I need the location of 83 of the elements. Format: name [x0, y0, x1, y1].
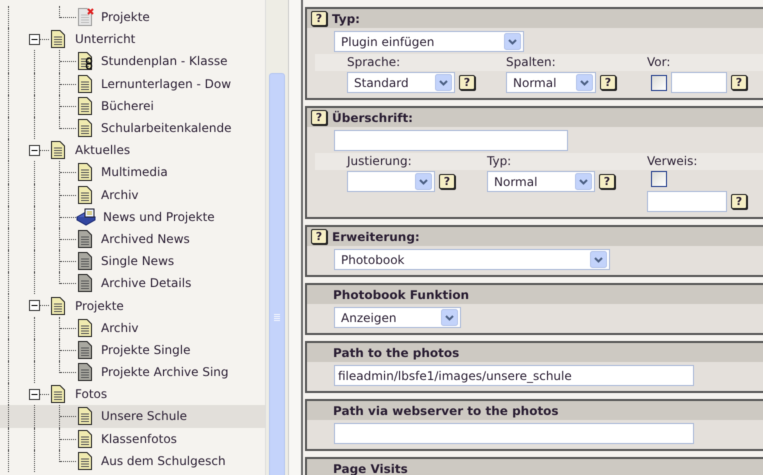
field-label: Vor:	[647, 55, 670, 69]
text-field[interactable]	[334, 423, 694, 444]
help-icon[interactable]: ?	[599, 174, 615, 189]
dropdown[interactable]: Standard	[347, 72, 455, 93]
section-title: Path to the photos	[333, 346, 460, 360]
field-label: Verweis:	[647, 154, 698, 168]
field-label: Sprache:	[347, 55, 400, 69]
page-icon	[76, 74, 94, 93]
dropdown[interactable]: Plugin einfügen	[334, 31, 524, 52]
panel-splitter[interactable]	[288, 0, 303, 475]
page-icon	[76, 163, 94, 182]
page-icon	[49, 385, 67, 404]
tree-item[interactable]: Archived News	[0, 228, 265, 250]
tree-item[interactable]: Stundenplan - Klasse	[0, 50, 265, 73]
page-icon	[49, 141, 67, 160]
page-icon	[76, 407, 94, 426]
page-icon	[76, 252, 94, 270]
field-label: Typ:	[487, 154, 512, 168]
text-field[interactable]	[334, 130, 568, 151]
collapse-icon[interactable]	[29, 388, 40, 400]
help-icon[interactable]: ?	[731, 194, 747, 209]
page-icon	[49, 296, 67, 315]
tree-item[interactable]: Archiv	[0, 184, 265, 206]
page-icon	[76, 96, 94, 115]
plugin-icon	[76, 208, 96, 226]
field-label: Spalten:	[506, 55, 556, 69]
page-icon	[49, 30, 67, 48]
tree-item[interactable]: Aus dem Schulgesch	[0, 450, 265, 472]
deleted-page-icon	[76, 8, 94, 26]
tree-item[interactable]: Projekte	[0, 294, 265, 317]
dropdown[interactable]: Photobook	[334, 249, 610, 270]
page-icon	[76, 230, 94, 248]
tree-item[interactable]: Projekte	[0, 6, 265, 28]
page-icon	[76, 186, 94, 204]
tree-item[interactable]: News und Projekte	[0, 206, 265, 228]
page-icon	[76, 452, 94, 470]
page-icon	[76, 363, 94, 382]
collapse-icon[interactable]	[29, 300, 40, 312]
help-icon[interactable]: ?	[459, 75, 475, 90]
collapse-icon[interactable]	[29, 34, 40, 45]
linked-page-icon	[76, 52, 94, 70]
collapse-icon[interactable]	[29, 144, 40, 156]
section-title: Überschrift:	[332, 110, 413, 124]
help-icon[interactable]: ?	[311, 11, 327, 26]
scrollbar[interactable]	[265, 0, 288, 475]
field-label: Justierung:	[347, 154, 412, 168]
page-icon	[76, 119, 94, 138]
tree-item[interactable]: Schularbeitenkalende	[0, 116, 265, 140]
tree-item[interactable]: Lernunterlagen - Dow	[0, 72, 265, 95]
tree-item[interactable]: Archiv	[0, 316, 265, 339]
section-title: Erweiterung:	[332, 230, 420, 244]
checkbox[interactable]	[651, 74, 667, 90]
scrollbar-thumb[interactable]	[269, 73, 285, 475]
tree-item[interactable]: Unterricht	[0, 28, 265, 50]
page-icon	[76, 274, 94, 292]
tree-item[interactable]: Archive Details	[0, 272, 265, 294]
section-title: Photobook Funktion	[333, 288, 470, 302]
checkbox[interactable]	[651, 171, 667, 187]
text-field[interactable]	[647, 191, 727, 212]
text-field[interactable]: fileadmin/lbsfe1/images/unsere_schule	[334, 365, 694, 386]
help-icon[interactable]: ?	[311, 110, 327, 125]
text-field[interactable]	[671, 72, 727, 93]
page-icon	[76, 430, 94, 448]
dropdown[interactable]: Anzeigen	[334, 307, 461, 328]
section-title: Typ:	[332, 12, 360, 26]
dropdown[interactable]: Normal	[506, 72, 596, 93]
page-icon	[76, 318, 94, 337]
tree-item[interactable]: Multimedia	[0, 161, 265, 184]
page-icon	[76, 340, 94, 359]
tree-item[interactable]: Klassenfotos	[0, 428, 265, 450]
help-icon[interactable]: ?	[600, 75, 616, 90]
help-icon[interactable]: ?	[439, 174, 455, 189]
help-icon[interactable]: ?	[311, 229, 327, 244]
tree-item[interactable]: Single News	[0, 250, 265, 272]
tree-item[interactable]: Bücherei	[0, 94, 265, 117]
help-icon[interactable]: ?	[731, 75, 747, 90]
section-title: Path via webserver to the photos	[333, 404, 559, 418]
dropdown[interactable]: Normal	[487, 171, 595, 192]
tree-item[interactable]: Aktuelles	[0, 139, 265, 162]
section-title: Page Visits	[333, 462, 408, 475]
tree-item[interactable]: Projekte Archive Sing	[0, 361, 265, 384]
tree-item[interactable]: Projekte Single	[0, 338, 265, 361]
tree-item[interactable]: Unsere Schule	[0, 405, 265, 428]
